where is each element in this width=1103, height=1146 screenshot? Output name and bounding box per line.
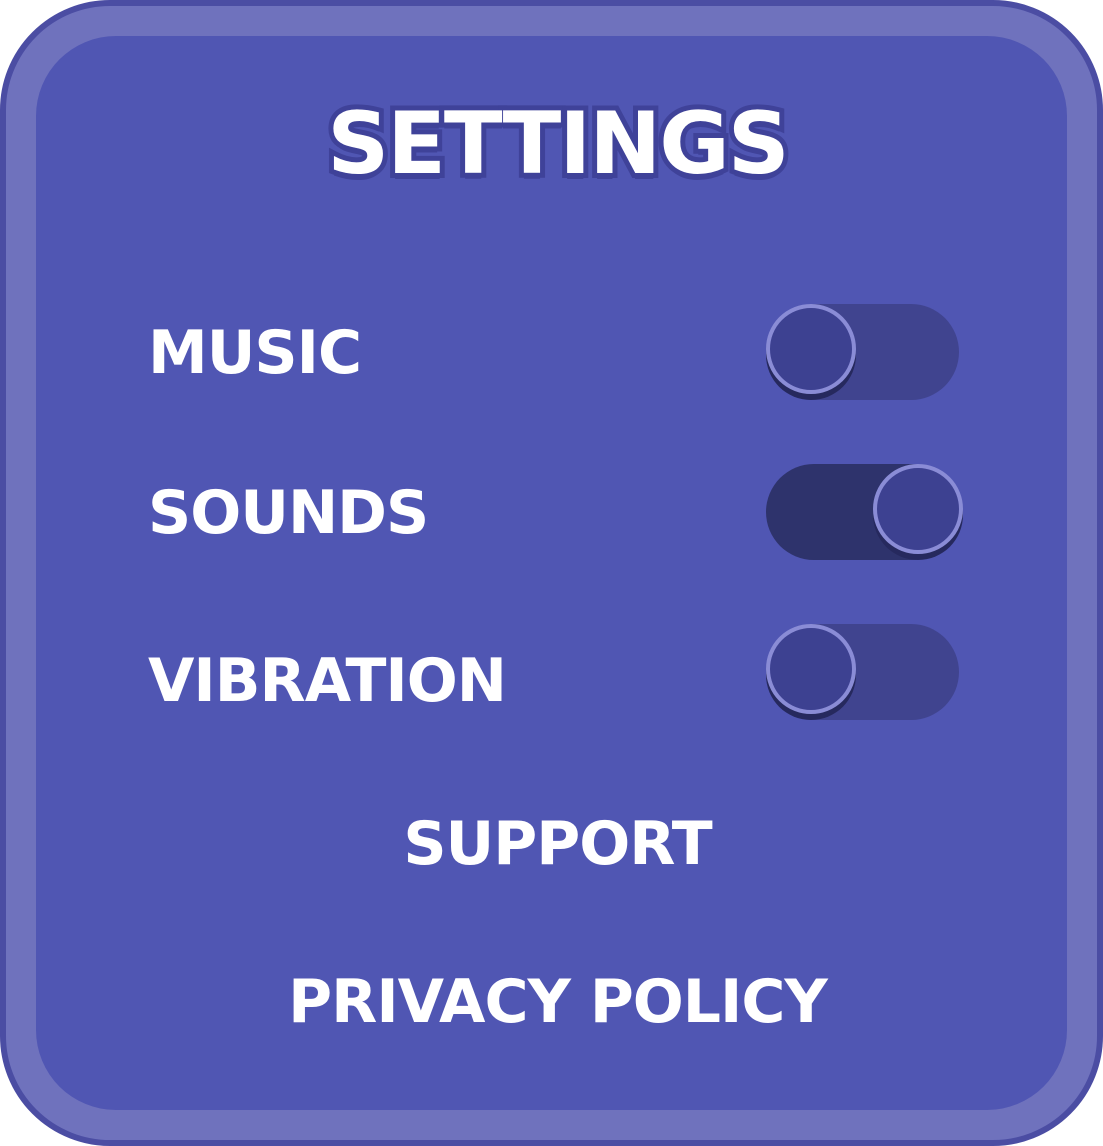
sounds-toggle-knob	[873, 464, 963, 554]
music-label: MUSIC	[148, 318, 362, 388]
vibration-label: VIBRATION	[148, 646, 507, 716]
music-toggle-knob	[766, 304, 856, 394]
settings-panel-body	[36, 36, 1067, 1110]
privacy-policy-button[interactable]: PRIVACY POLICY	[6, 972, 1103, 1032]
music-toggle[interactable]	[766, 304, 959, 400]
sounds-label: SOUNDS	[148, 478, 429, 548]
settings-title: SETTINGS	[322, 89, 795, 199]
support-button[interactable]: SUPPORT	[6, 814, 1103, 874]
sounds-toggle[interactable]	[766, 464, 963, 560]
vibration-toggle-knob	[766, 624, 856, 714]
settings-panel: SETTINGS MUSIC SOUNDS VIBRATION SUPPORT …	[0, 0, 1103, 1146]
vibration-toggle[interactable]	[766, 624, 959, 720]
